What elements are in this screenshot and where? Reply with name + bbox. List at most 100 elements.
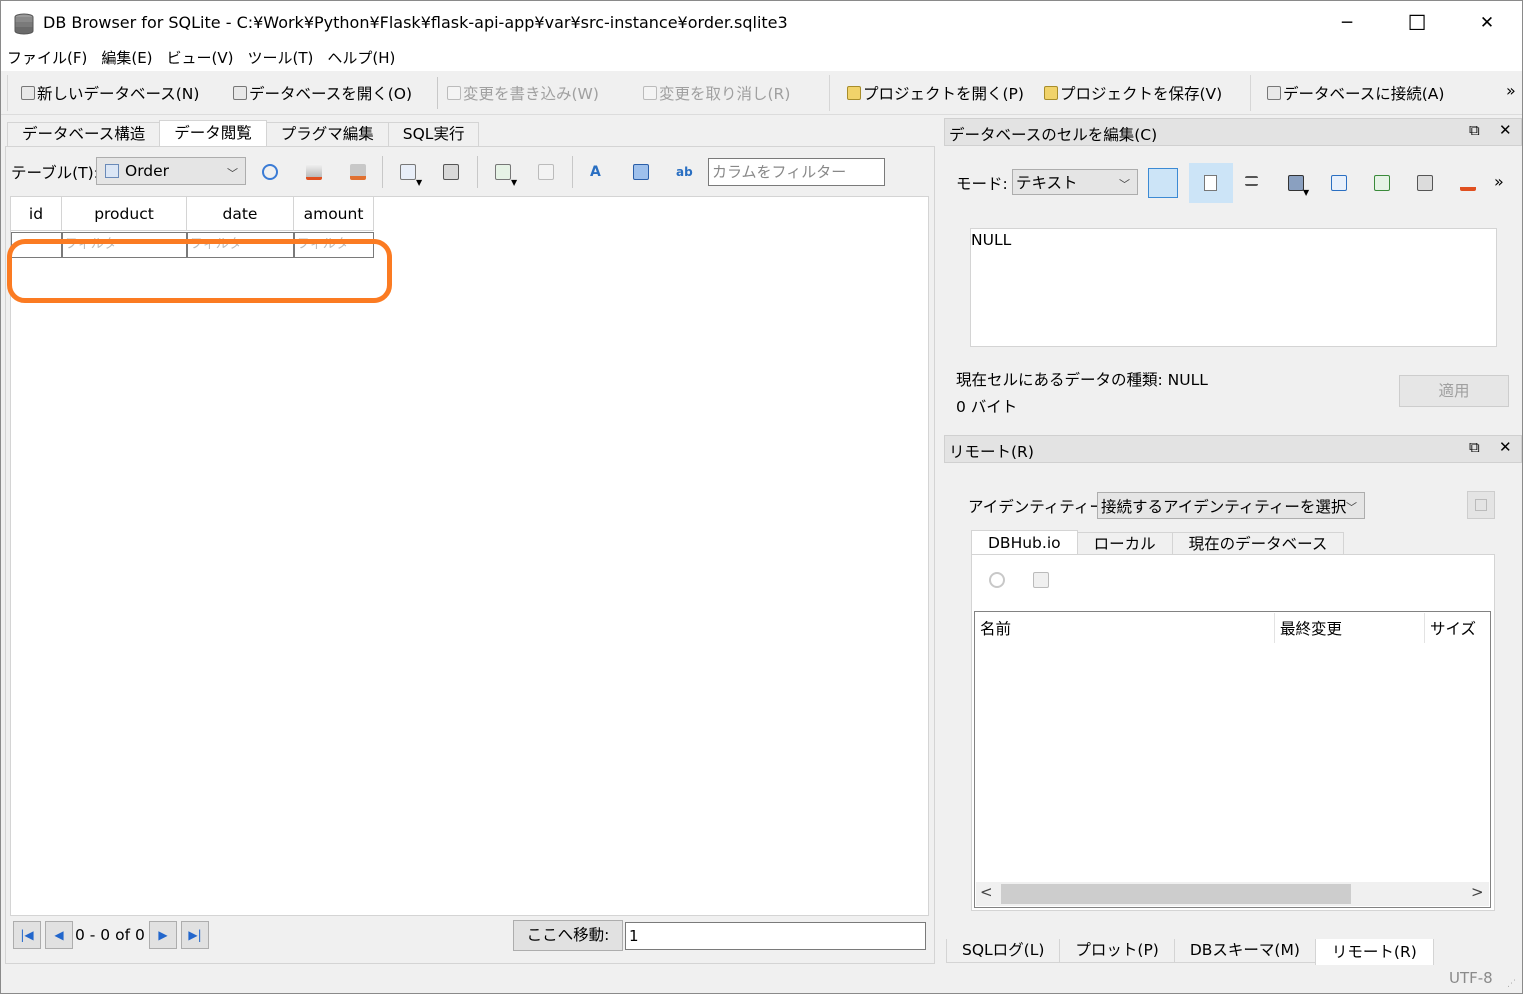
insert-record-dropdown-icon[interactable]: ▼ — [511, 178, 517, 187]
main-toolbar: 新しいデータベース(N) データベースを開く(O) ▼ 変更を書き込み(W) 変… — [1, 71, 1522, 176]
next-page-icon[interactable]: ▶ — [149, 921, 177, 949]
refresh-icon[interactable] — [262, 164, 278, 180]
column-header-date[interactable]: date — [187, 197, 294, 231]
export-icon[interactable] — [1331, 175, 1347, 191]
remote-column-size[interactable]: サイズ — [1430, 617, 1476, 639]
clone-database-icon[interactable] — [1033, 572, 1049, 588]
cell-editor[interactable]: NULL — [970, 228, 1497, 347]
close-dock-icon[interactable]: ✕ — [1499, 121, 1512, 139]
remote-column-last-modified[interactable]: 最終変更 — [1280, 617, 1342, 639]
apply-button[interactable]: 適用 — [1399, 375, 1509, 407]
first-page-icon[interactable]: |◀ — [13, 921, 41, 949]
tab-local[interactable]: ローカル — [1076, 532, 1173, 556]
maximize-button[interactable]: ☐ — [1382, 1, 1452, 45]
find-replace-icon[interactable] — [633, 164, 649, 180]
remote-title: リモート(R) — [949, 443, 1034, 461]
set-null-icon[interactable] — [1374, 175, 1390, 191]
menu-tools[interactable]: ツール(T) — [248, 45, 314, 71]
menu-edit[interactable]: 編集(E) — [101, 45, 152, 71]
remote-column-name[interactable]: 名前 — [980, 617, 1011, 639]
revert-changes-button[interactable]: 変更を取り消し(R) — [643, 82, 790, 104]
tab-execute-sql[interactable]: SQL実行 — [387, 122, 480, 146]
identity-settings-button[interactable] — [1467, 491, 1495, 519]
remote-file-list[interactable] — [974, 611, 1491, 908]
close-dock-icon[interactable]: ✕ — [1499, 438, 1512, 456]
close-button[interactable]: ✕ — [1452, 1, 1522, 45]
save-table-dropdown-icon[interactable]: ▼ — [416, 178, 422, 187]
scrollbar-thumb[interactable] — [1001, 884, 1351, 904]
menu-help[interactable]: ヘルプ(H) — [327, 45, 395, 71]
goto-button[interactable]: ここへ移動: — [513, 920, 623, 951]
resize-grip-icon[interactable]: ⋰ — [1507, 979, 1516, 989]
tab-database-structure[interactable]: データベース構造 — [7, 122, 161, 146]
goto-input[interactable]: 1 — [625, 922, 926, 950]
word-wrap-toggle[interactable] — [1189, 163, 1233, 203]
menu-view[interactable]: ビュー(V) — [167, 45, 234, 71]
tab-remote[interactable]: リモート(R) — [1314, 939, 1434, 965]
clear-icon[interactable] — [1460, 175, 1476, 191]
tab-dbhub[interactable]: DBHub.io — [971, 530, 1078, 556]
tab-plot[interactable]: プロット(P) — [1059, 939, 1175, 963]
save-table-icon[interactable] — [400, 164, 416, 180]
undock-icon[interactable]: ⧉ — [1469, 121, 1480, 139]
previous-page-icon[interactable]: ◀ — [45, 921, 73, 949]
toolbar-more-button[interactable]: » — [1506, 81, 1516, 100]
clear-filters-icon[interactable] — [306, 164, 322, 180]
toolbar-grip — [7, 75, 8, 111]
tab-current-database[interactable]: 現在のデータベース — [1171, 532, 1345, 556]
column-filter-input[interactable]: カラムをフィルター — [708, 158, 885, 186]
tab-db-schema[interactable]: DBスキーマ(M) — [1173, 939, 1316, 963]
write-changes-button[interactable]: 変更を書き込み(W) — [447, 82, 599, 104]
cell-value: NULL — [971, 231, 1012, 249]
scroll-right-icon[interactable]: > — [1471, 883, 1484, 901]
tab-browse-data[interactable]: データ閲覧 — [159, 120, 267, 146]
menu-file[interactable]: ファイル(F) — [7, 45, 87, 71]
column-divider — [1424, 613, 1425, 643]
edit-cell-more-button[interactable]: » — [1494, 172, 1504, 191]
table-select[interactable]: Order ﹀ — [96, 157, 246, 185]
revert-changes-label: 変更を取り消し(R) — [659, 85, 791, 103]
horizontal-scrollbar[interactable]: < > — [976, 882, 1489, 906]
replace-icon[interactable]: ab — [676, 164, 693, 180]
clear-sort-icon[interactable] — [350, 164, 366, 180]
tab-sql-log[interactable]: SQLログ(L) — [946, 939, 1061, 963]
identity-select[interactable]: 接続するアイデンティティーを選択 ﹀ — [1097, 492, 1365, 519]
import-icon[interactable] — [1288, 175, 1304, 191]
last-page-icon[interactable]: ▶| — [181, 921, 209, 949]
toolbar-grip — [1250, 75, 1251, 111]
tab-edit-pragmas[interactable]: プラグマ編集 — [265, 122, 389, 146]
auto-switch-mode-icon[interactable] — [1148, 168, 1178, 198]
table-icon — [105, 164, 119, 178]
mode-select-value: テキスト — [1016, 174, 1078, 192]
main-tabs: データベース構造 データ閲覧 プラグマ編集 SQL実行 — [7, 120, 480, 146]
mode-select[interactable]: テキスト ﹀ — [1012, 169, 1138, 195]
column-header-id[interactable]: id — [11, 197, 62, 231]
open-database-label: データベースを開く(O) — [249, 85, 413, 103]
column-header-amount[interactable]: amount — [294, 197, 374, 231]
identity-select-value: 接続するアイデンティティーを選択 — [1101, 497, 1347, 516]
write-changes-label: 変更を書き込み(W) — [463, 85, 599, 103]
insert-record-icon[interactable] — [495, 164, 511, 180]
identity-label: アイデンティティー — [968, 498, 1105, 516]
data-grid[interactable] — [10, 196, 929, 916]
print-icon[interactable] — [443, 164, 459, 180]
find-icon[interactable]: A — [590, 164, 606, 180]
database-icon — [1475, 499, 1487, 511]
open-external-icon[interactable] — [1417, 175, 1433, 191]
minimize-button[interactable]: ─ — [1312, 1, 1382, 45]
edit-cell-dock-header: データベースのセルを編集(C) ⧉ ✕ — [944, 118, 1522, 146]
delete-record-icon[interactable] — [538, 164, 554, 180]
toolbar-separator — [382, 156, 383, 188]
scroll-left-icon[interactable]: < — [980, 883, 993, 901]
save-project-button[interactable]: プロジェクトを保存(V) — [1044, 82, 1222, 104]
new-database-button[interactable]: 新しいデータベース(N) — [21, 82, 199, 104]
open-database-button[interactable]: データベースを開く(O) — [233, 82, 412, 104]
open-project-button[interactable]: プロジェクトを開く(P) — [847, 82, 1024, 104]
attach-database-button[interactable]: データベースに接続(A) — [1267, 82, 1444, 104]
undock-icon[interactable]: ⧉ — [1469, 438, 1480, 456]
format-icon[interactable] — [1245, 176, 1258, 186]
column-header-product[interactable]: product — [62, 197, 187, 231]
annotation-highlight — [7, 239, 392, 303]
import-dropdown-icon[interactable]: ▼ — [1303, 188, 1309, 197]
refresh-icon[interactable] — [989, 572, 1005, 588]
